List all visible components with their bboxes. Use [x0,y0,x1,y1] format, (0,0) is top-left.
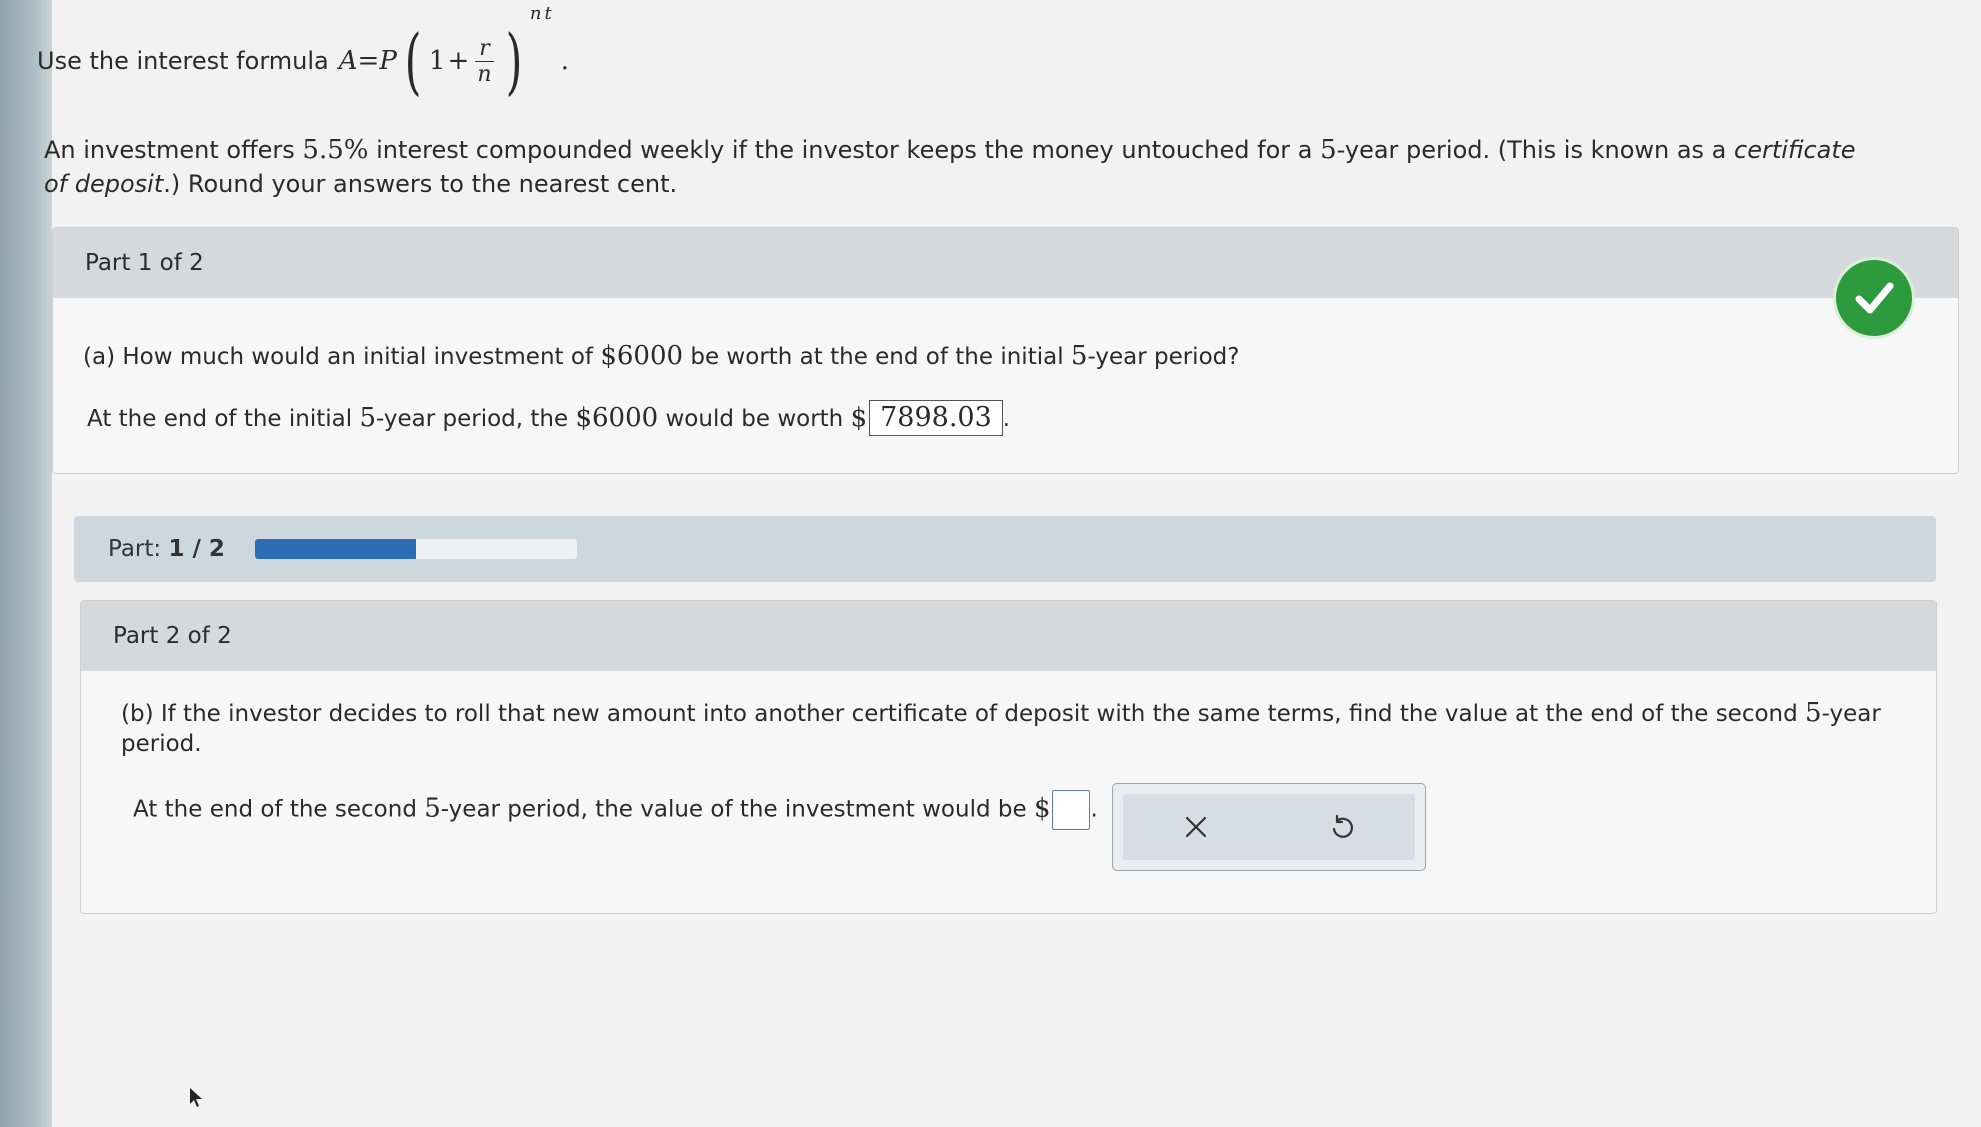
part2-header: Part 2 of 2 [81,601,1936,671]
part2-question-prefix: (b) If the investor decides to roll that… [121,701,1806,727]
correct-checkmark-icon [1836,260,1912,336]
formula-a: A [338,46,358,76]
formula-plus: + [447,46,470,76]
formula-denominator: n [477,61,492,87]
problem-years: 5 [1320,135,1337,165]
part1-answer-input[interactable]: 7898.03 [869,400,1003,436]
formula-right-paren: ) [505,19,523,103]
part1-question-suffix: -year period? [1087,344,1240,370]
part1-answer-years: 5 [359,403,376,433]
part2-answer-line: At the end of the second 5-year period, … [133,790,1098,830]
part2-answer-suffix: -year period, the value of the investmen… [440,796,1034,823]
part1-question-years: 5 [1070,341,1088,371]
part2-question: (b) If the investor decides to roll that… [121,698,1901,759]
part1-question-prefix: (a) How much would an initial investment… [83,344,601,370]
formula-period: . [560,46,569,76]
progress-separator: / [184,536,209,562]
part2-answer-input[interactable] [1052,790,1091,830]
formula-one: 1 [428,46,446,76]
formula-equals: = [357,46,380,76]
answer-toolbar [1112,783,1426,871]
progress-label: Part: 1 / 2 [108,536,225,562]
part2-answer-years: 5 [424,793,441,824]
part1-answer-amount: $6000 [575,403,659,433]
problem-text-1: An investment offers [44,136,303,164]
part2-question-years: 5 [1805,698,1822,728]
part1-card: Part 1 of 2 (a) How much would an initia… [52,227,1959,474]
undo-icon [1332,814,1353,838]
part2-answer-prefix: At the end of the second [133,796,425,823]
answer-toolbar-inner [1123,794,1415,860]
part1-answer-middle: -year period, the [376,406,576,432]
part1-answer-suffix: would be worth [658,406,851,432]
part1-answer-line: At the end of the initial 5-year period,… [87,400,1010,436]
formula-fraction: r n [475,36,494,87]
part2-answer-dollar: $ [1033,793,1051,824]
part1-question: (a) How much would an initial investment… [83,341,1239,372]
formula-left-paren: ( [404,19,422,103]
part1-header: Part 1 of 2 [53,228,1958,298]
mouse-pointer-icon [190,1088,202,1107]
problem-text-2: interest compounded weekly if the invest… [368,136,1321,164]
intro-text: Use the interest formula [37,47,329,75]
progress-label-text: Part: [108,536,162,562]
part-progress-bar: Part: 1 / 2 [74,516,1936,582]
undo-button[interactable] [1317,802,1367,852]
interest-rate: 5.5% [302,135,369,165]
formula-p: P [379,46,397,76]
formula-exponent: nt [529,3,555,24]
part1-question-middle: be worth at the end of the initial [683,344,1071,370]
part1-answer-prefix: At the end of the initial [87,406,360,432]
part1-answer-dollar: $ [850,403,868,433]
problem-statement: An investment offers 5.5% interest compo… [44,133,1864,201]
intro-line: Use the interest formula A = P ( 1 + r n… [37,3,569,103]
progress-fill [254,539,416,559]
part2-card: Part 2 of 2 (b) If the investor decides … [80,600,1937,914]
progress-total: 2 [208,536,225,562]
problem-text-4: .) Round your answers to the nearest cen… [163,170,678,198]
progress-track [254,539,577,559]
progress-current: 1 [168,536,185,562]
x-icon [1185,816,1207,838]
part1-answer-period: . [1002,406,1011,432]
problem-text-3: -year period. (This is known as a [1336,136,1735,164]
part2-answer-period: . [1090,796,1098,823]
formula-numerator: r [475,36,494,62]
clear-answer-button[interactable] [1171,802,1221,852]
interest-formula: A = P ( 1 + r n ) nt . [338,3,569,103]
part1-question-amount: $6000 [600,341,684,371]
